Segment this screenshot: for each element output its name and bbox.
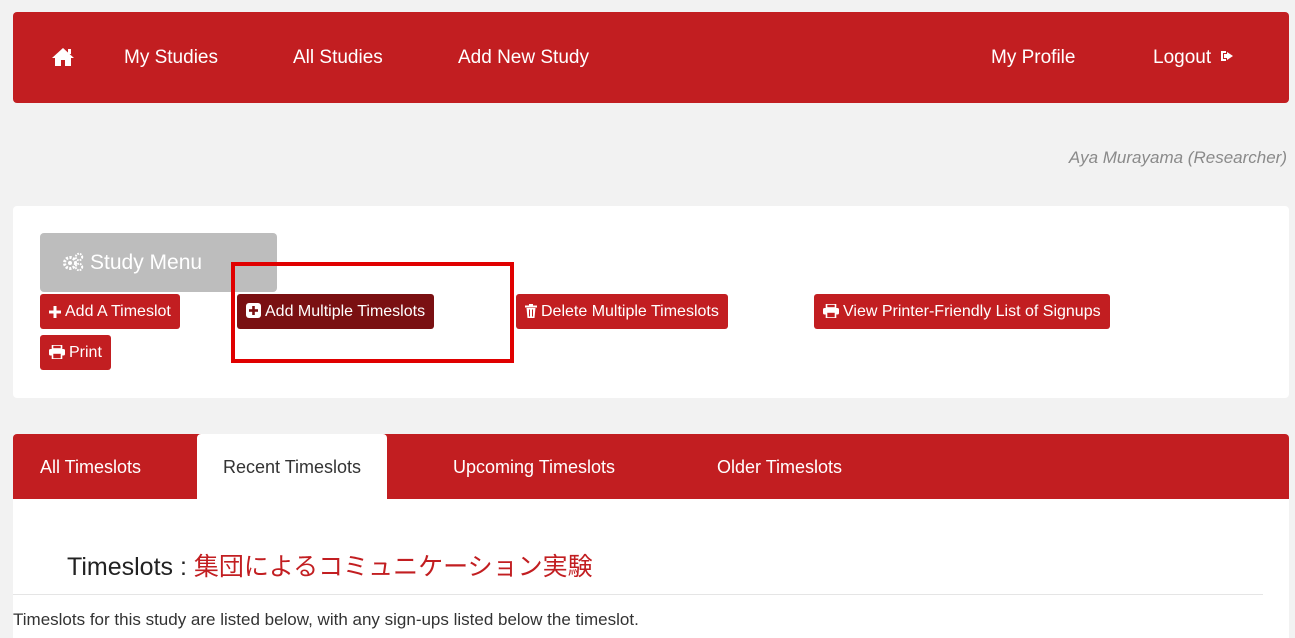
tab-older-timeslots[interactable]: Older Timeslots [717, 434, 842, 499]
add-multiple-timeslots-label: Add Multiple Timeslots [265, 303, 426, 320]
nav-logout[interactable]: Logout [1153, 12, 1235, 103]
top-navbar: My Studies All Studies Add New Study My … [13, 12, 1289, 103]
study-menu-panel: Study Menu Add A Timeslot Add Multiple T… [13, 206, 1289, 398]
home-icon[interactable] [51, 47, 75, 67]
add-multiple-timeslots-button[interactable]: Add Multiple Timeslots [237, 294, 435, 329]
logout-label: Logout [1153, 47, 1212, 68]
tab-all-timeslots[interactable]: All Timeslots [40, 434, 141, 499]
print-icon [823, 303, 839, 319]
study-menu-label: Study Menu [90, 251, 203, 274]
add-timeslot-button[interactable]: Add A Timeslot [40, 294, 180, 329]
view-printer-friendly-button[interactable]: View Printer-Friendly List of Signups [814, 294, 1110, 329]
plus-square-icon [246, 303, 261, 318]
cogs-icon [63, 252, 84, 272]
nav-my-profile[interactable]: My Profile [991, 12, 1075, 103]
print-button[interactable]: Print [40, 335, 111, 370]
tab-recent-timeslots[interactable]: Recent Timeslots [197, 434, 388, 499]
study-name: 集団によるコミュニケーション実験 [193, 553, 593, 581]
print-icon [49, 344, 65, 360]
page-title-prefix: Timeslots : [67, 553, 194, 581]
print-label: Print [69, 344, 102, 361]
study-menu-button[interactable]: Study Menu [40, 233, 277, 292]
divider [13, 594, 1263, 595]
nav-add-new-study[interactable]: Add New Study [458, 12, 589, 103]
nav-all-studies[interactable]: All Studies [293, 12, 383, 103]
timeslot-tabs: All Timeslots Recent Timeslots Upcoming … [13, 434, 1289, 499]
timeslot-description: Timeslots for this study are listed belo… [13, 610, 639, 629]
delete-multiple-timeslots-label: Delete Multiple Timeslots [541, 303, 719, 320]
plus-icon [49, 306, 61, 318]
trash-icon [525, 304, 537, 318]
tab-upcoming-timeslots[interactable]: Upcoming Timeslots [453, 434, 615, 499]
logout-icon [1221, 51, 1234, 61]
nav-my-studies[interactable]: My Studies [124, 12, 218, 103]
page-title: Timeslots : 集団によるコミュニケーション実験 [67, 547, 593, 583]
add-timeslot-label: Add A Timeslot [65, 303, 171, 320]
current-user-label: Aya Murayama (Researcher) [1068, 148, 1287, 167]
view-printer-friendly-label: View Printer-Friendly List of Signups [843, 303, 1101, 320]
delete-multiple-timeslots-button[interactable]: Delete Multiple Timeslots [516, 294, 728, 329]
timeslot-content: Timeslots : 集団によるコミュニケーション実験 Timeslots f… [13, 499, 1289, 638]
